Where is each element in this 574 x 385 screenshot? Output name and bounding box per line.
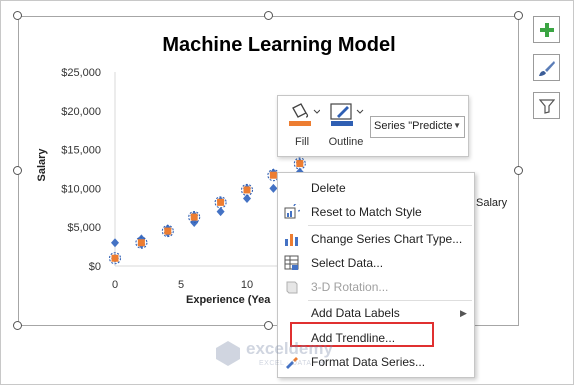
x-tick-labels: 0 5 10 (112, 279, 253, 291)
watermark-name: exceldemy (246, 339, 333, 358)
predicted-salary-point[interactable] (111, 254, 119, 262)
chart-title: Machine Learning Model (162, 34, 395, 56)
menu-item-3d-rotation-label: 3-D Rotation... (311, 280, 389, 294)
x-tick-label: 5 (178, 279, 184, 291)
y-tick-label: $20,000 (61, 106, 101, 118)
chevron-down-icon: ▼ (453, 121, 461, 130)
y-tick-label: $15,000 (61, 145, 101, 157)
x-tick-label: 10 (241, 279, 253, 291)
predicted-salary-point[interactable] (190, 213, 198, 221)
series-select-dropdown[interactable]: Series "Predicte ▼ (370, 116, 465, 138)
fill-label: Fill (294, 136, 310, 148)
y-tick-label: $0 (89, 261, 101, 273)
y-tick-label: $25,000 (61, 67, 101, 79)
brush-icon (538, 60, 555, 76)
rotation-icon (286, 281, 298, 294)
legend-entry-salary[interactable]: Salary (476, 197, 507, 209)
y-tick-label: $5,000 (67, 222, 101, 234)
menu-item-reset-label: Reset to Match Style (311, 205, 422, 219)
predicted-salary-point[interactable] (269, 171, 277, 179)
predicted-salary-point[interactable] (243, 186, 251, 194)
y-tick-labels: $0 $5,000 $10,000 $15,000 $20,000 $25,000 (61, 67, 101, 273)
y-axis-title: Salary (36, 148, 48, 182)
chart-filters-button[interactable] (533, 92, 560, 119)
menu-separator (308, 225, 472, 226)
outline-label: Outline (328, 136, 364, 148)
select-data-icon (284, 255, 299, 270)
predicted-salary-point[interactable] (296, 160, 304, 168)
fill-button[interactable]: Fill (280, 100, 324, 154)
paint-bucket-icon (289, 103, 320, 126)
funnel-icon (538, 98, 555, 114)
format-mini-toolbar: Fill Outline Series "Predicte ▼ (277, 95, 469, 157)
menu-item-delete[interactable]: Delete (278, 176, 474, 200)
outline-button[interactable]: Outline (324, 100, 368, 154)
exceldemy-logo-icon (216, 341, 240, 366)
menu-item-delete-label: Delete (311, 181, 346, 195)
plus-icon (539, 22, 554, 37)
menu-item-change-type-label: Change Series Chart Type... (311, 232, 463, 246)
x-tick-label: 0 (112, 279, 118, 291)
data-points[interactable] (108, 157, 306, 265)
menu-item-reset-to-match-style[interactable]: Reset to Match Style (278, 200, 474, 224)
chart-elements-button[interactable] (533, 16, 560, 43)
submenu-arrow-icon: ▶ (460, 308, 467, 318)
watermark-tagline: EXCEL · DATA · BI (259, 360, 327, 367)
menu-item-3d-rotation: 3-D Rotation... (278, 275, 474, 299)
menu-item-select-data-label: Select Data... (311, 256, 384, 270)
chart-type-icon (285, 234, 298, 246)
chart-styles-button[interactable] (533, 54, 560, 81)
exceldemy-watermark: exceldemy EXCEL · DATA · BI (214, 335, 364, 373)
predicted-salary-point[interactable] (217, 198, 225, 206)
salary-data-point[interactable] (111, 238, 119, 248)
x-axis-title: Experience (Yea (186, 294, 271, 306)
salary-data-point[interactable] (216, 207, 225, 217)
series-select-value: Series "Predicte (374, 120, 453, 132)
menu-item-change-chart-type[interactable]: Change Series Chart Type... (278, 227, 474, 251)
predicted-salary-point[interactable] (137, 239, 145, 247)
pen-outline-icon (330, 103, 364, 126)
y-tick-label: $10,000 (61, 183, 101, 195)
menu-item-select-data[interactable]: Select Data... (278, 251, 474, 275)
reset-style-icon (284, 204, 300, 219)
predicted-salary-point[interactable] (164, 227, 172, 235)
